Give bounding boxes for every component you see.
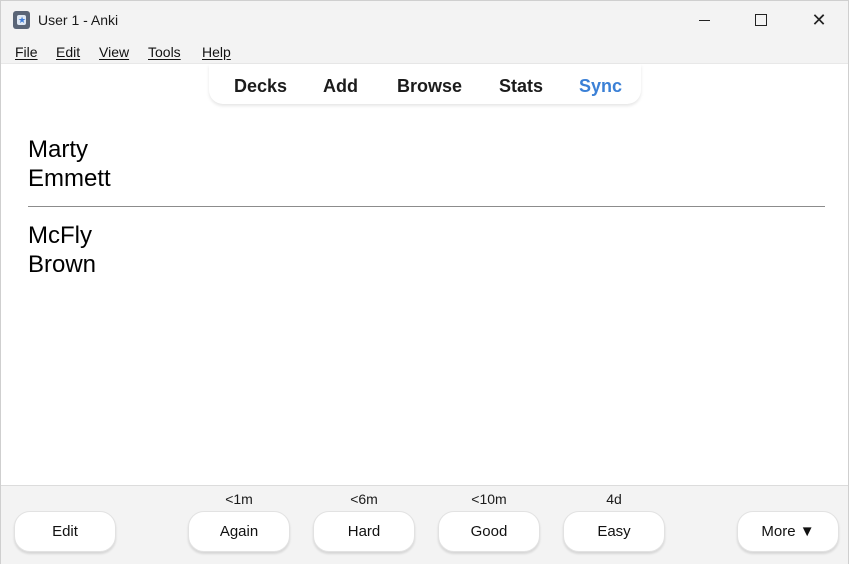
nav-browse[interactable]: Browse (397, 76, 462, 97)
again-button[interactable]: Again (188, 511, 290, 552)
hard-button[interactable]: Hard (313, 511, 415, 552)
nav-stats[interactable]: Stats (499, 76, 543, 97)
top-toolbar: Decks Add Browse Stats Sync (209, 64, 641, 104)
answer-divider (28, 206, 825, 207)
review-bottom-bar: Edit <1m Again <6m Hard <10m Good 4d Eas… (1, 485, 848, 564)
menu-help[interactable]: Help (202, 44, 231, 60)
good-button[interactable]: Good (438, 511, 540, 552)
good-interval: <10m (471, 491, 507, 507)
anki-logo-icon: ★ (13, 11, 30, 29)
nav-add[interactable]: Add (323, 76, 358, 97)
again-interval: <1m (225, 491, 253, 507)
maximize-button[interactable] (732, 1, 790, 39)
more-button[interactable]: More ▼ (737, 511, 839, 552)
easy-button[interactable]: Easy (563, 511, 665, 552)
menu-file[interactable]: File (15, 44, 38, 60)
edit-button[interactable]: Edit (14, 511, 116, 552)
easy-interval: 4d (606, 491, 622, 507)
close-button[interactable]: ✕ (790, 1, 848, 39)
nav-decks[interactable]: Decks (234, 76, 287, 97)
card-back: McFly Brown (28, 221, 96, 279)
window-title: User 1 - Anki (38, 12, 119, 28)
menu-edit[interactable]: Edit (56, 44, 80, 60)
card-back-line: McFly (28, 222, 92, 249)
close-icon: ✕ (811, 10, 827, 30)
menu-bar: File Edit View Tools Help (1, 39, 848, 64)
card-front: Marty Emmett (28, 135, 111, 193)
title-bar: ★ User 1 - Anki ✕ (1, 1, 848, 39)
anki-window: ★ User 1 - Anki ✕ File Edit View Tools H… (0, 0, 849, 564)
maximize-icon (755, 14, 767, 26)
minimize-button[interactable] (675, 1, 733, 39)
nav-sync[interactable]: Sync (579, 76, 622, 97)
hard-interval: <6m (350, 491, 378, 507)
card-front-line: Marty (28, 136, 88, 163)
menu-view[interactable]: View (99, 44, 129, 60)
card-back-line: Brown (28, 251, 97, 278)
card-front-line: Emmett (28, 165, 111, 192)
minimize-icon (698, 19, 710, 21)
menu-tools[interactable]: Tools (148, 44, 181, 60)
